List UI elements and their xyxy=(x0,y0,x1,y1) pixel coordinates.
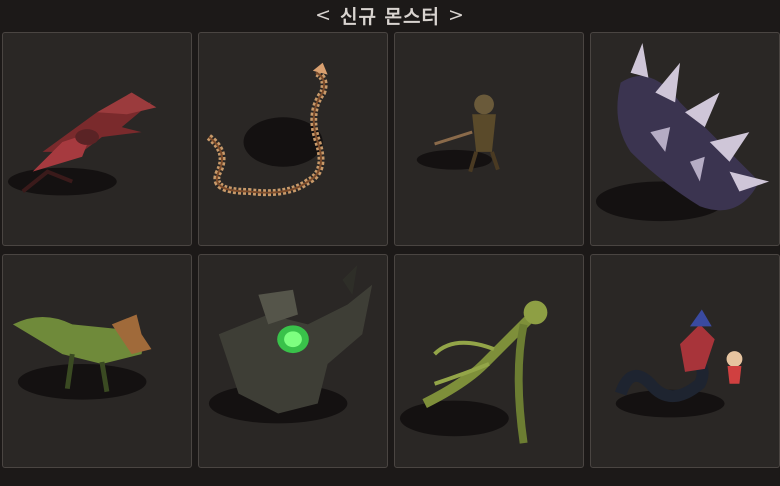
monster-card[interactable] xyxy=(394,32,584,246)
chevron-right-icon[interactable]: > xyxy=(448,4,465,26)
small-goblin-monster xyxy=(416,94,500,173)
monster-card[interactable] xyxy=(590,254,780,468)
monster-grid xyxy=(0,30,780,486)
vine-plant-monster xyxy=(399,300,548,444)
monster-card[interactable] xyxy=(2,32,192,246)
monster-card[interactable] xyxy=(590,32,780,246)
section-header: < 신규 몬스터 > xyxy=(0,0,780,30)
red-winged-dragon-monster xyxy=(7,92,157,196)
monster-card[interactable] xyxy=(198,254,388,468)
monster-card[interactable] xyxy=(2,254,192,468)
serpent-with-riders-monster xyxy=(615,309,743,418)
monster-card[interactable] xyxy=(198,32,388,246)
monster-card[interactable] xyxy=(394,254,584,468)
chevron-left-icon[interactable]: < xyxy=(315,4,332,26)
stone-golem-green-core-monster xyxy=(208,265,373,424)
section-title: 신규 몬스터 xyxy=(339,5,440,28)
spiked-shadow-beast-monster xyxy=(595,43,770,222)
bone-serpent-monster xyxy=(206,62,328,197)
green-lizard-monster xyxy=(12,314,152,400)
